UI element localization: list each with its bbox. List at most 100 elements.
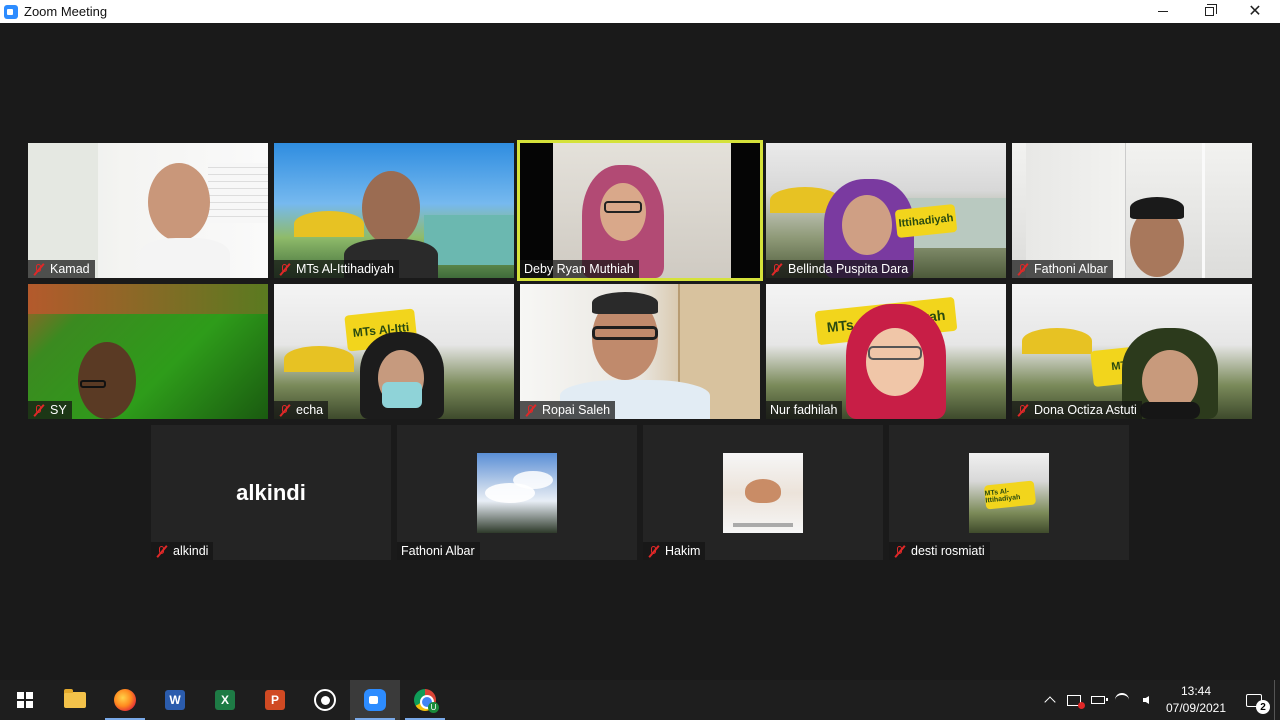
mic-muted-icon bbox=[278, 262, 291, 276]
taskbar-file-explorer[interactable] bbox=[50, 680, 100, 720]
video-tile-off[interactable]: alkindi alkindi bbox=[151, 425, 391, 560]
participant-name-tag: Kamad bbox=[28, 260, 95, 278]
participant-name: echa bbox=[296, 403, 324, 417]
video-tile[interactable]: SY bbox=[28, 284, 268, 419]
taskbar-zoom[interactable] bbox=[350, 680, 400, 720]
wifi-icon bbox=[1115, 693, 1129, 707]
participant-name-tag: Ropai Saleh bbox=[520, 401, 616, 419]
participant-name: Fathoni Albar bbox=[1034, 262, 1108, 276]
speaker-icon bbox=[1143, 696, 1149, 704]
window-title: Zoom Meeting bbox=[24, 4, 108, 19]
clock-button[interactable]: 13:44 07/09/2021 bbox=[1158, 680, 1234, 720]
battery-icon bbox=[1091, 696, 1108, 704]
participant-name-tag: Fathoni Albar bbox=[397, 542, 480, 560]
video-tile[interactable]: MTs Al-Itti echa bbox=[274, 284, 514, 419]
battery-button[interactable] bbox=[1086, 680, 1110, 720]
video-tile[interactable]: Ropai Saleh bbox=[520, 284, 760, 419]
action-center-button[interactable]: 2 bbox=[1234, 680, 1274, 720]
word-icon: W bbox=[165, 690, 185, 710]
participant-name: Fathoni Albar bbox=[401, 544, 475, 558]
gallery-view: Kamad MTs Al-Ittihadiyah Deby Ryan Muthi… bbox=[0, 23, 1280, 680]
participant-name-tag: MTs Al-Ittihadiyah bbox=[274, 260, 399, 278]
minimize-icon bbox=[1158, 11, 1168, 12]
whatsapp-icon bbox=[314, 689, 336, 711]
restore-icon bbox=[1204, 4, 1217, 16]
taskbar-word[interactable]: W bbox=[150, 680, 200, 720]
profile-picture bbox=[723, 453, 803, 533]
powerpoint-icon: P bbox=[265, 690, 285, 710]
zoom-icon bbox=[364, 689, 386, 711]
taskbar-excel[interactable]: X bbox=[200, 680, 250, 720]
video-tile-off[interactable]: MTs Al-Ittihadiyah desti rosmiati bbox=[889, 425, 1129, 560]
file-explorer-icon bbox=[64, 689, 86, 708]
mic-muted-icon bbox=[155, 544, 168, 558]
video-tile-active-speaker[interactable]: Deby Ryan Muthiah bbox=[517, 140, 763, 281]
taskbar-whatsapp[interactable] bbox=[300, 680, 350, 720]
clock-time: 13:44 bbox=[1180, 684, 1212, 698]
video-tile[interactable]: MTs Al-Ittihadiyah Nur fadhilah bbox=[766, 284, 1006, 419]
participant-name: Hakim bbox=[665, 544, 701, 558]
profile-picture: MTs Al-Ittihadiyah bbox=[969, 453, 1049, 533]
participant-name: Deby Ryan Muthiah bbox=[524, 262, 634, 276]
firefox-icon bbox=[114, 689, 136, 711]
participant-name-tag: alkindi bbox=[151, 542, 214, 560]
restore-button[interactable] bbox=[1186, 0, 1232, 23]
participant-name-tag: Nur fadhilah bbox=[766, 401, 843, 419]
video-tile[interactable]: MTs Al-Ittihadiyah bbox=[274, 143, 514, 278]
profile-picture bbox=[477, 453, 557, 533]
participant-name-tag: SY bbox=[28, 401, 72, 419]
mic-muted-icon bbox=[32, 403, 45, 417]
mic-muted-icon bbox=[1016, 262, 1029, 276]
close-button[interactable]: ✕ bbox=[1232, 0, 1278, 23]
mic-muted-icon bbox=[770, 262, 783, 276]
participant-display-name: alkindi bbox=[236, 479, 306, 505]
close-icon: ✕ bbox=[1248, 2, 1262, 20]
video-tile[interactable]: MTs Dona Octiza Astuti bbox=[1012, 284, 1252, 419]
mic-muted-icon bbox=[278, 403, 291, 417]
network-monitor-icon bbox=[1067, 694, 1085, 709]
participant-name: Bellinda Puspita Dara bbox=[788, 262, 909, 276]
video-tile-off[interactable]: Hakim bbox=[643, 425, 883, 560]
participant-name: Dona Octiza Astuti bbox=[1034, 403, 1137, 417]
taskbar: W X P U 13:44 07/09/2021 2 bbox=[0, 680, 1280, 720]
video-tile-off[interactable]: Fathoni Albar bbox=[397, 425, 637, 560]
volume-button[interactable] bbox=[1134, 680, 1158, 720]
clock-date: 07/09/2021 bbox=[1165, 701, 1227, 715]
participant-name-tag: Fathoni Albar bbox=[1012, 260, 1113, 278]
taskbar-firefox[interactable] bbox=[100, 680, 150, 720]
participant-name-tag: Hakim bbox=[643, 542, 706, 560]
participant-name-tag: desti rosmiati bbox=[889, 542, 990, 560]
participant-name: desti rosmiati bbox=[911, 544, 985, 558]
system-tray: 13:44 07/09/2021 2 bbox=[1038, 680, 1280, 720]
participant-name-tag: Dona Octiza Astuti bbox=[1012, 401, 1142, 419]
video-tile[interactable]: Fathoni Albar bbox=[1012, 143, 1252, 278]
participant-name: alkindi bbox=[173, 544, 209, 558]
video-tile[interactable]: Kamad bbox=[28, 143, 268, 278]
chrome-profile-badge: U bbox=[428, 702, 439, 713]
mic-muted-icon bbox=[1016, 403, 1029, 417]
mic-muted-icon bbox=[647, 544, 660, 558]
mic-muted-icon bbox=[32, 262, 45, 276]
start-button[interactable] bbox=[0, 680, 50, 720]
video-tile[interactable]: Ittihadiyah Bellinda Puspita Dara bbox=[766, 143, 1006, 278]
wifi-button[interactable] bbox=[1110, 680, 1134, 720]
participant-name: Kamad bbox=[50, 262, 90, 276]
participant-name: Nur fadhilah bbox=[770, 403, 838, 417]
taskbar-powerpoint[interactable]: P bbox=[250, 680, 300, 720]
participant-name-tag: Deby Ryan Muthiah bbox=[520, 260, 639, 278]
participant-name: MTs Al-Ittihadiyah bbox=[296, 262, 394, 276]
participant-name: Ropai Saleh bbox=[542, 403, 611, 417]
show-desktop-button[interactable] bbox=[1274, 680, 1280, 720]
participant-name: SY bbox=[50, 403, 67, 417]
start-icon bbox=[17, 692, 33, 708]
excel-icon: X bbox=[215, 690, 235, 710]
notification-count: 2 bbox=[1256, 700, 1270, 714]
network-monitor-button[interactable] bbox=[1062, 680, 1086, 720]
mic-muted-icon bbox=[893, 544, 906, 558]
participant-name-tag: echa bbox=[274, 401, 329, 419]
title-bar: Zoom Meeting ✕ bbox=[0, 0, 1280, 23]
mic-muted-icon bbox=[524, 403, 537, 417]
taskbar-chrome[interactable]: U bbox=[400, 680, 450, 720]
show-hidden-icons-button[interactable] bbox=[1038, 680, 1062, 720]
minimize-button[interactable] bbox=[1140, 0, 1186, 23]
